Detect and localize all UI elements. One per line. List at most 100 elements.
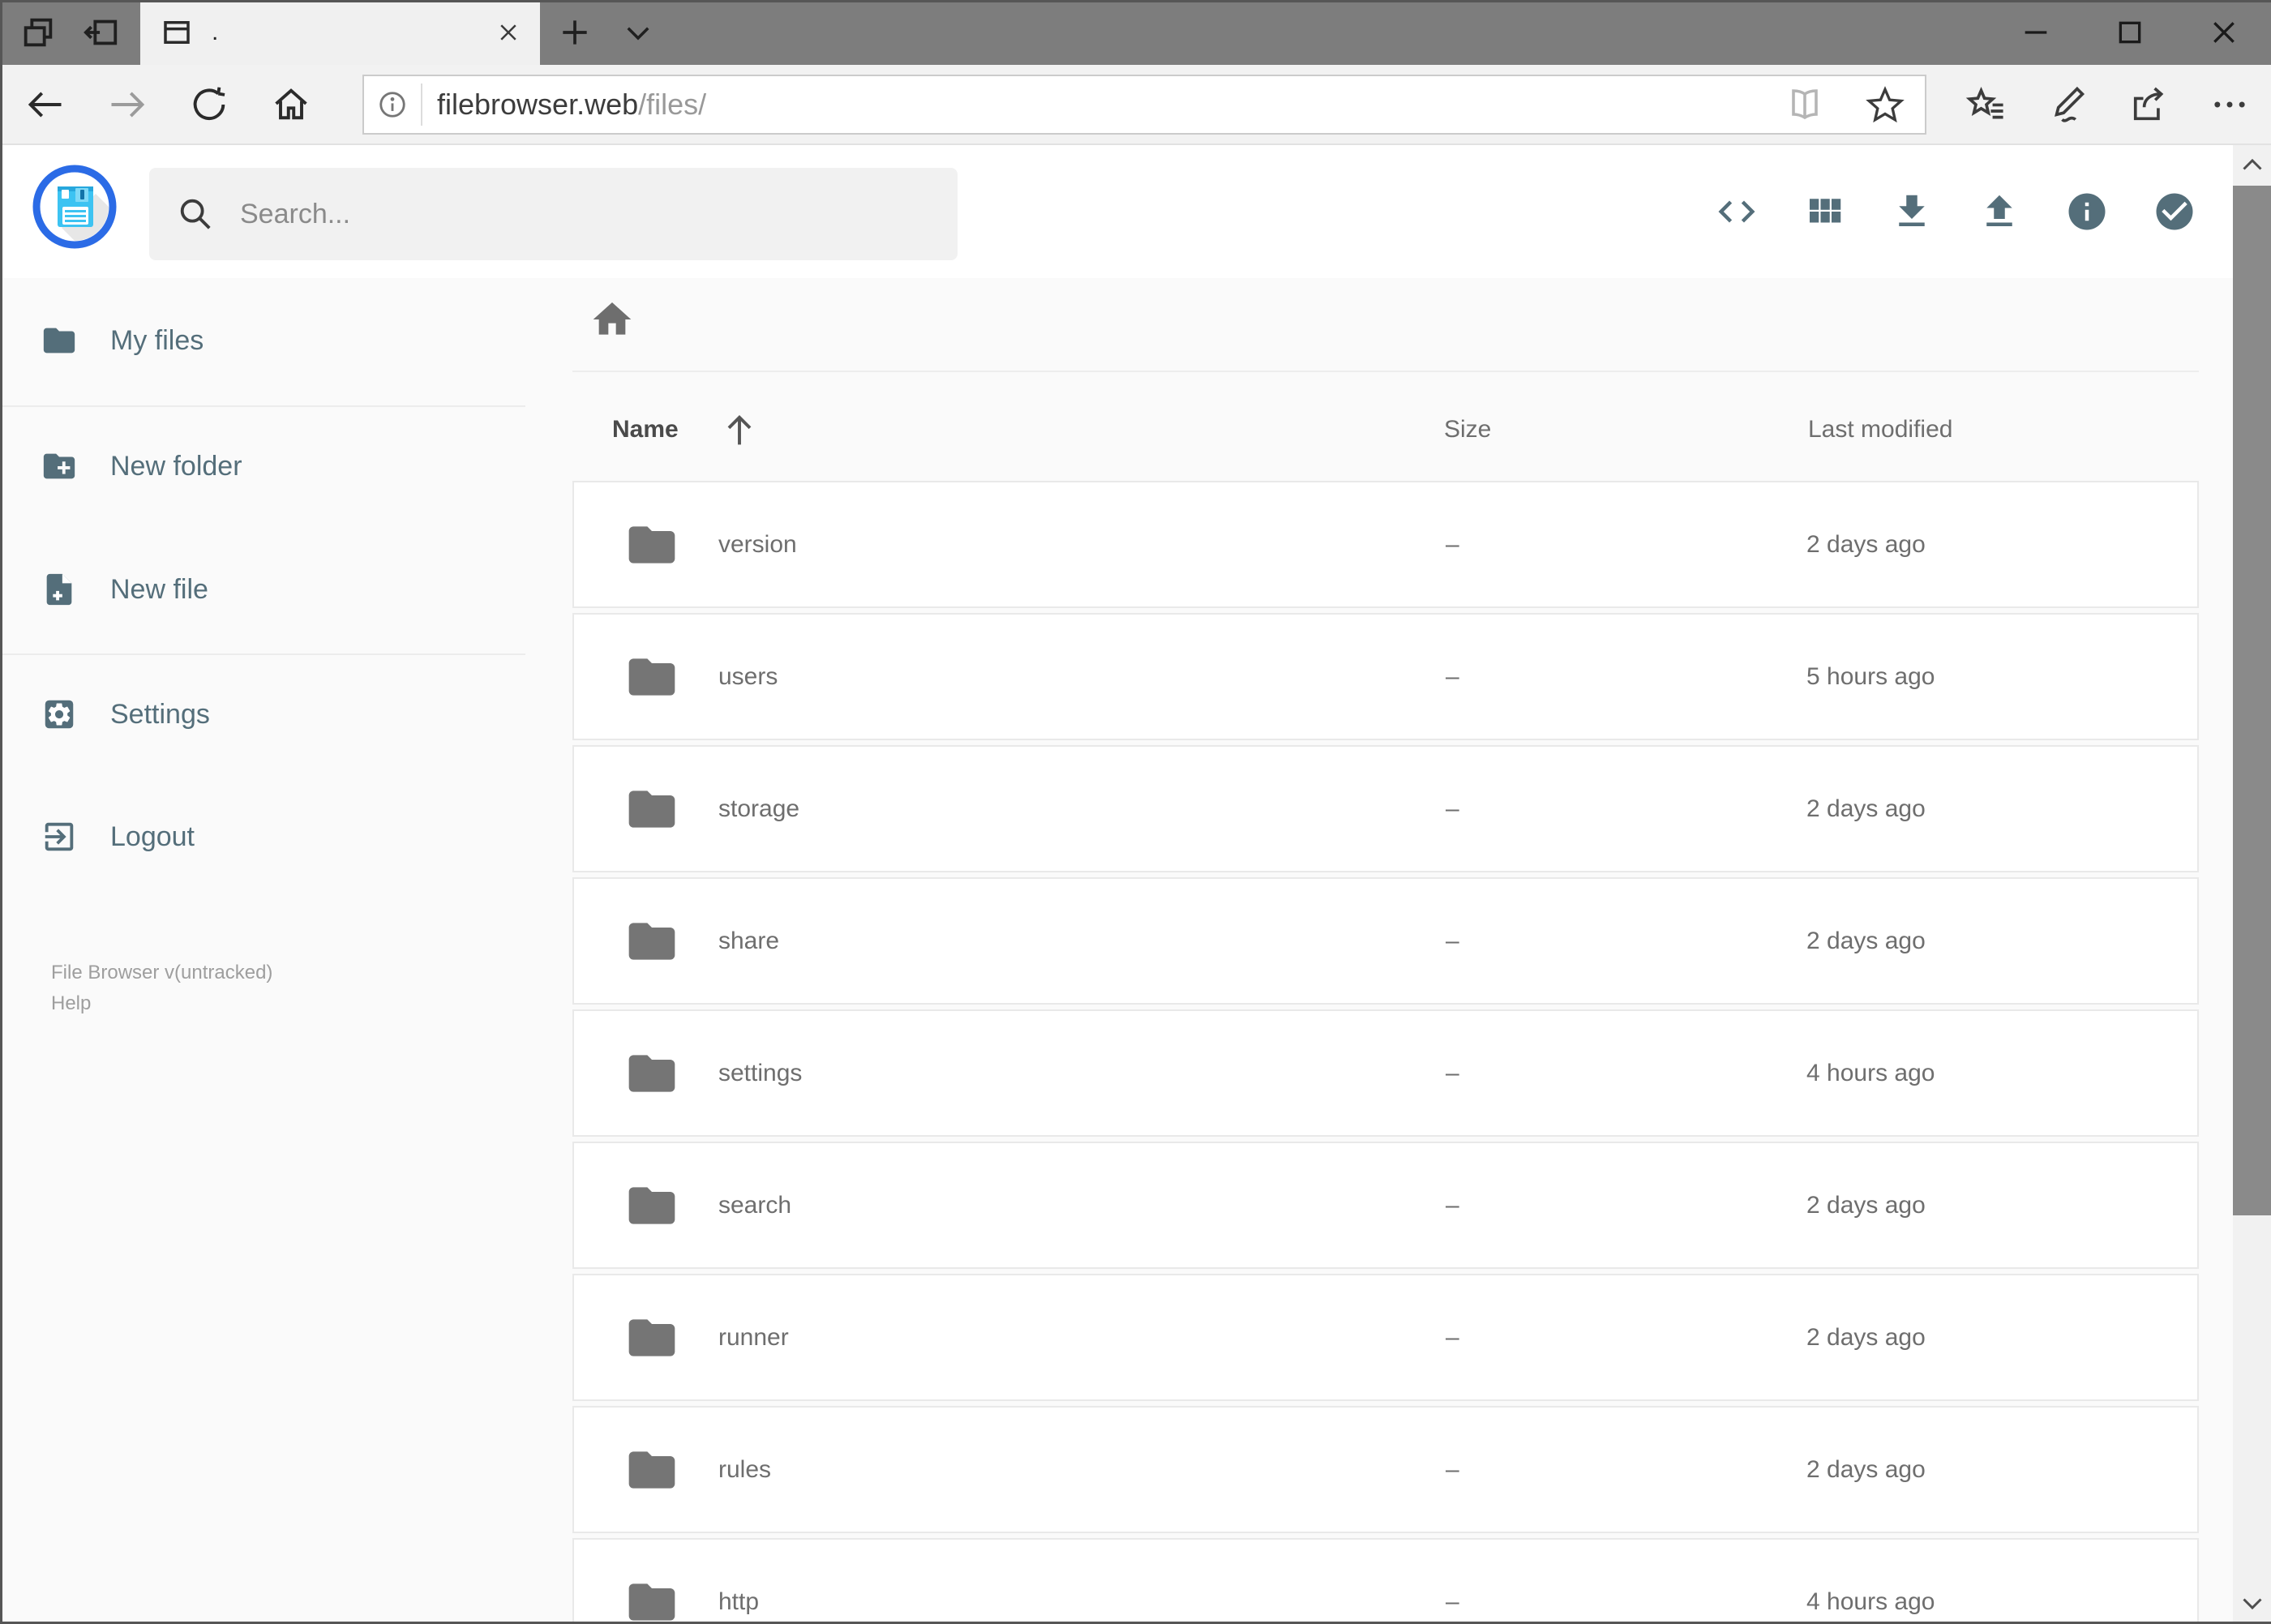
listing-header: Name Size Last modified [527,408,2199,456]
maximize-icon [2114,16,2146,49]
refresh-button[interactable] [168,65,250,144]
code-button[interactable] [1693,163,1780,260]
file-row[interactable]: users – 5 hours ago [572,613,2199,740]
file-row[interactable]: rules – 2 days ago [572,1406,2199,1533]
select-multiple-button[interactable] [2131,163,2218,260]
tab-close-icon[interactable] [496,20,521,45]
home-button[interactable] [250,65,332,144]
column-header-size[interactable]: Size [1444,416,1491,443]
sidebar-item-logout[interactable]: Logout [0,808,527,866]
file-size: – [1446,1191,1459,1219]
file-modified: 4 hours ago [1806,1588,1935,1615]
sidebar-divider [0,653,525,655]
new-file-icon [41,571,78,608]
sidebar-item-label: Settings [110,698,210,730]
folder-icon [41,322,78,359]
tab-list-button[interactable] [608,0,668,65]
settings-icon [41,696,78,733]
file-row[interactable]: storage – 2 days ago [572,745,2199,872]
back-button[interactable] [4,65,86,144]
help-link[interactable]: Help [51,988,272,1019]
app-version: File Browser v(untracked) [51,962,273,983]
home-icon [589,297,635,342]
new-folder-icon [41,448,78,485]
sidebar-footer: File Browser v(untracked) Help [51,958,272,1019]
forward-icon [106,84,148,126]
file-row[interactable]: http – 4 hours ago [572,1538,2199,1624]
file-name: search [718,1191,792,1219]
annotate-button[interactable] [2027,65,2108,144]
more-button[interactable] [2189,65,2270,144]
file-modified: 5 hours ago [1806,662,1935,690]
url-host: filebrowser.web [437,88,639,121]
active-tab[interactable]: . [140,0,540,65]
file-name: rules [718,1455,772,1483]
forward-button[interactable] [86,65,168,144]
chevron-up-icon [2238,151,2267,180]
file-name: users [718,662,778,690]
search-input[interactable] [238,197,906,231]
app-body: My files New folder New file Settings Lo… [0,278,2271,1624]
minimize-button[interactable] [1989,0,2083,65]
column-header-name[interactable]: Name [612,416,679,443]
file-row[interactable]: search – 2 days ago [572,1142,2199,1269]
url-path: /files/ [638,88,707,121]
new-tab-icon [557,15,593,50]
window-border [0,0,2,1624]
file-row[interactable]: share – 2 days ago [572,877,2199,1005]
new-tab-button[interactable] [545,0,605,65]
file-modified: 2 days ago [1806,795,1926,822]
hub-button[interactable] [1946,65,2027,144]
folder-icon [624,914,679,969]
chevron-down-icon [2238,1588,2267,1618]
file-size: – [1446,662,1459,690]
info-icon [2065,190,2109,234]
file-modified: 2 days ago [1806,530,1926,558]
share-button[interactable] [2108,65,2189,144]
upload-button[interactable] [1956,163,2043,260]
sidebar-item-new-file[interactable]: New file [0,560,527,619]
scroll-down-button[interactable] [2233,1581,2271,1624]
address-bar[interactable]: filebrowser.web/files/ [362,75,1926,135]
sidebar-item-new-folder[interactable]: New folder [0,437,527,495]
file-name: share [718,927,780,954]
close-button[interactable] [2177,0,2271,65]
url-separator [421,84,422,126]
folder-icon [624,1178,679,1233]
file-name: runner [718,1323,789,1351]
sidebar-item-my-files[interactable]: My files [0,311,527,370]
sidebar-item-settings[interactable]: Settings [0,685,527,743]
window-controls [1989,0,2271,65]
maximize-button[interactable] [2083,0,2177,65]
page-scrollbar[interactable] [2233,145,2271,1624]
file-name: storage [718,795,800,822]
search-bar[interactable] [149,168,958,260]
tab-list-chevron-icon [621,15,655,49]
upload-icon [1977,190,2021,234]
file-row[interactable]: version – 2 days ago [572,481,2199,608]
tab-preview-button[interactable] [8,0,68,65]
sort-ascending-icon[interactable] [718,409,761,452]
set-tabs-aside-button[interactable] [71,0,131,65]
breadcrumb-home-button[interactable] [589,296,636,343]
sidebar-item-label: New file [110,573,208,605]
info-circle-icon[interactable] [377,89,408,120]
download-button[interactable] [1868,163,1956,260]
url-text: filebrowser.web/files/ [437,88,706,122]
file-list: version – 2 days ago users – 5 hours ago [572,481,2199,1624]
file-listing-area: Name Size Last modified version – 2 days… [527,278,2271,1624]
favorite-star-icon[interactable] [1865,84,1905,125]
file-size: – [1446,795,1459,822]
share-icon [2127,84,2170,126]
info-button[interactable] [2043,163,2131,260]
scroll-up-button[interactable] [2233,145,2271,186]
column-header-modified[interactable]: Last modified [1808,416,1952,443]
hub-icon [1965,84,2007,126]
file-row[interactable]: settings – 4 hours ago [572,1009,2199,1137]
file-row[interactable]: runner – 2 days ago [572,1274,2199,1401]
reading-view-icon[interactable] [1785,85,1824,124]
grid-view-button[interactable] [1780,163,1868,260]
filebrowser-logo[interactable] [32,165,117,249]
scrollbar-thumb[interactable] [2233,186,2271,1215]
grid-view-icon [1802,190,1846,234]
